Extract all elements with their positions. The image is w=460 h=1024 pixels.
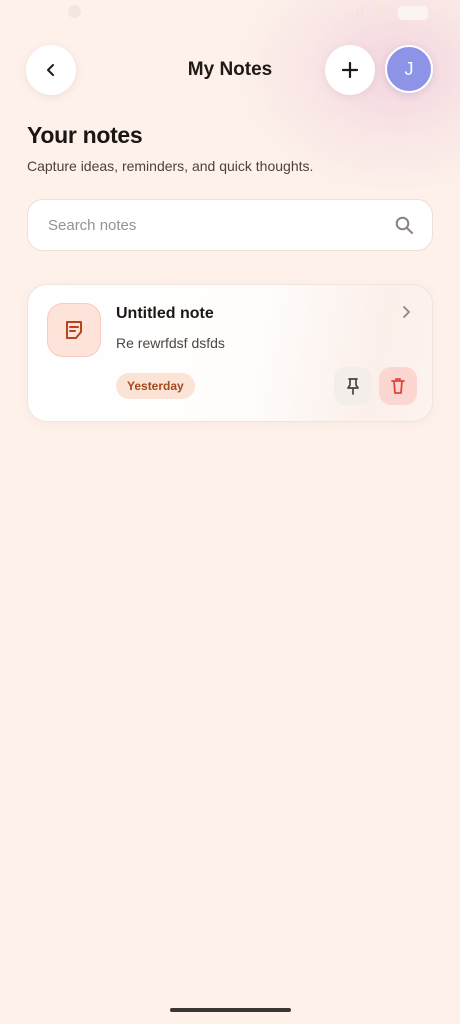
- app-notification-icon: [68, 5, 81, 18]
- search-bar[interactable]: [27, 199, 433, 251]
- status-bar: 10:19: [0, 0, 460, 26]
- delete-button[interactable]: [379, 367, 417, 405]
- note-preview: Re rewrfdsf dsfds: [116, 335, 225, 351]
- battery-icon: [398, 6, 428, 20]
- status-time: 10:19: [20, 5, 54, 19]
- chevron-right-icon[interactable]: [400, 305, 412, 319]
- avatar[interactable]: J: [385, 45, 433, 93]
- pin-icon: [347, 378, 359, 395]
- search-icon[interactable]: [394, 215, 414, 235]
- avatar-initial: J: [404, 58, 414, 79]
- trash-icon: [391, 378, 405, 394]
- note-title: Untitled note: [116, 305, 214, 322]
- note-icon-container: [47, 303, 101, 357]
- note-icon: [66, 321, 82, 339]
- add-note-button[interactable]: [325, 45, 375, 95]
- wifi-icon: [373, 6, 389, 18]
- note-card[interactable]: Untitled note Re rewrfdsf dsfds Yesterda…: [27, 284, 433, 422]
- notes-screen: 10:19 My Notes J Your notes Capture idea…: [0, 0, 460, 1024]
- note-date-badge: Yesterday: [116, 373, 195, 399]
- pin-button[interactable]: [334, 367, 372, 405]
- section-title: Your notes: [27, 122, 143, 148]
- signal-icon: [346, 6, 364, 19]
- section-subtitle: Capture ideas, reminders, and quick thou…: [27, 158, 314, 174]
- home-indicator[interactable]: [170, 1008, 291, 1012]
- search-input[interactable]: [48, 200, 378, 250]
- plus-icon: [342, 62, 358, 78]
